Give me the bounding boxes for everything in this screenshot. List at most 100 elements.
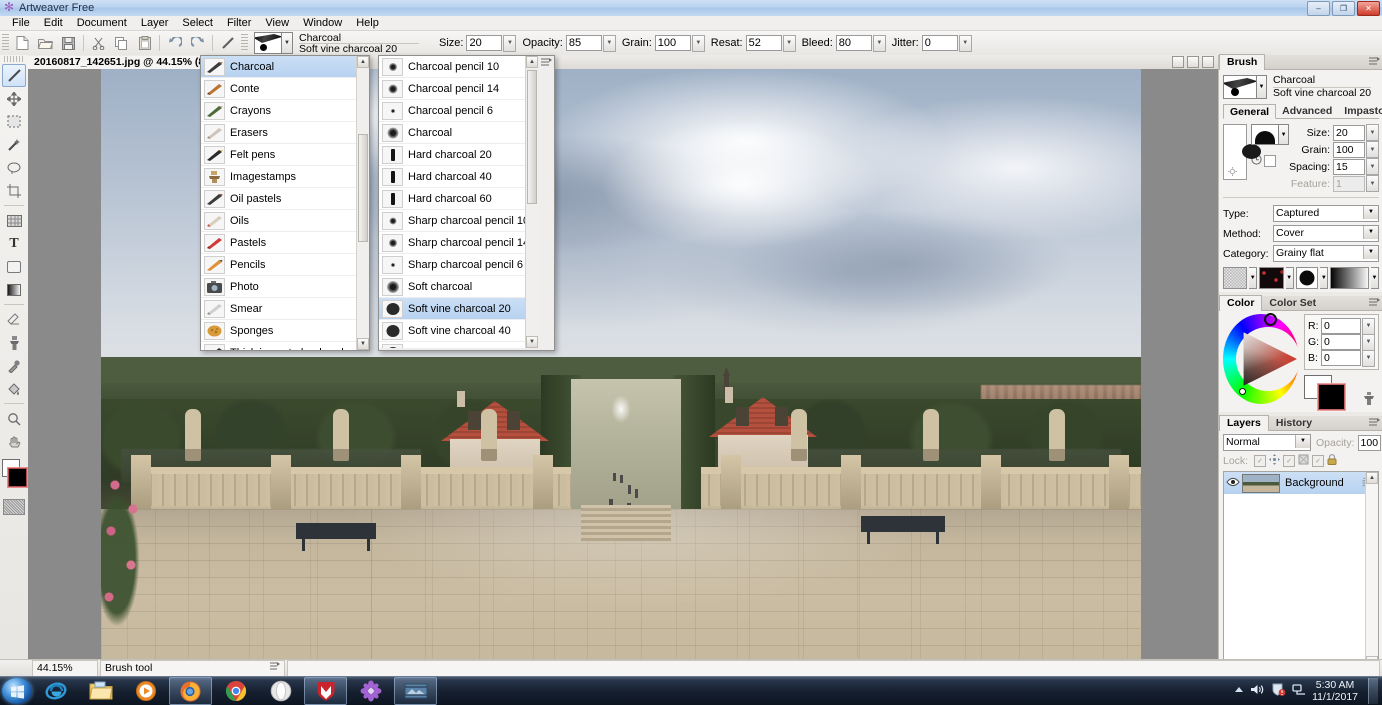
brush-size-spinner[interactable]: ▼ (1366, 124, 1379, 141)
menu-filter[interactable]: Filter (220, 16, 258, 30)
brush-spacing-spinner[interactable]: ▼ (1366, 158, 1379, 175)
tab-color[interactable]: Color (1219, 294, 1263, 311)
paint-bucket-tool[interactable] (2, 377, 26, 400)
menu-help[interactable]: Help (349, 16, 386, 30)
variant-item-hard-charcoal-20[interactable]: Hard charcoal 20 (379, 144, 538, 166)
lock-position-checkbox[interactable]: ✓ (1312, 455, 1325, 467)
color-wheel[interactable] (1223, 313, 1300, 404)
taskbar-clock[interactable]: 5:30 AM 11/1/2017 (1312, 679, 1358, 703)
grain-spinner[interactable]: ▼ (691, 34, 705, 52)
green-spinner[interactable]: ▼ (1362, 333, 1375, 351)
gradient-dropdown-arrow[interactable]: ▼ (1370, 267, 1380, 289)
magic-wand-tool[interactable] (2, 133, 26, 156)
zoom-tool[interactable] (2, 407, 26, 430)
restore-button[interactable]: ❐ (1332, 1, 1355, 16)
category-item-sponges[interactable]: Sponges (201, 320, 369, 342)
bleed-spinner[interactable]: ▼ (872, 34, 886, 52)
category-item-crayons[interactable]: Crayons (201, 100, 369, 122)
category-item-conte[interactable]: Conte (201, 78, 369, 100)
resat-input[interactable]: 52 (745, 35, 782, 51)
lock-transparency-checkbox[interactable]: ✓ (1254, 455, 1267, 467)
chevron-down-icon[interactable]: ▼ (1363, 206, 1378, 219)
variant-item-soft-vine-charcoal-60[interactable]: Soft vine charcoal 60 (379, 342, 538, 348)
scroll-up-icon[interactable]: ▲ (1366, 472, 1378, 484)
document-minimize-button[interactable] (1172, 56, 1184, 68)
layer-row-background[interactable]: Background (1224, 472, 1378, 494)
layer-list[interactable]: Background ▲ ▼ (1223, 471, 1379, 669)
brush-category-list[interactable]: Charcoal Conte Crayons Erasers Felt pens… (200, 55, 370, 351)
clone-color-icon[interactable] (1362, 392, 1376, 409)
menu-layer[interactable]: Layer (134, 16, 176, 30)
status-zoom[interactable]: 44.15% (32, 660, 98, 677)
category-item-thick-impasto[interactable]: Thick impasto by dwsel (201, 342, 369, 350)
pattern-swatch[interactable] (1259, 267, 1284, 289)
color-panel-menu-icon[interactable] (1369, 298, 1380, 308)
volume-icon[interactable] (1250, 683, 1265, 699)
brush-tip-swatch[interactable] (1295, 267, 1319, 289)
save-file-icon[interactable] (58, 33, 79, 54)
eraser-tool[interactable] (2, 308, 26, 331)
layer-opacity-input[interactable]: 100 (1357, 434, 1382, 451)
foreground-color-swatch[interactable] (1318, 384, 1345, 410)
category-item-oils[interactable]: Oils (201, 210, 369, 232)
variant-item-soft-vine-charcoal-20[interactable]: Soft vine charcoal 20 (379, 298, 538, 320)
open-file-icon[interactable] (35, 33, 56, 54)
red-input[interactable]: 0 (1321, 318, 1361, 334)
pattern-dropdown-arrow[interactable]: ▼ (1285, 267, 1294, 289)
brush-angle-control[interactable] (1228, 167, 1237, 176)
paper-texture-dropdown-arrow[interactable]: ▼ (1249, 267, 1258, 289)
brush-tip-dropdown-arrow[interactable]: ▼ (1320, 267, 1329, 289)
text-tool[interactable]: T (2, 232, 26, 255)
layer-visibility-icon[interactable] (1226, 477, 1240, 490)
category-item-pencils[interactable]: Pencils (201, 254, 369, 276)
layer-list-scrollbar[interactable]: ▲ ▼ (1365, 472, 1378, 668)
category-item-erasers[interactable]: Erasers (201, 122, 369, 144)
undo-icon[interactable] (164, 33, 185, 54)
current-brush-chip[interactable]: ▼ Charcoal Soft vine charcoal 20 (254, 32, 419, 54)
eyedropper-tool[interactable] (2, 354, 26, 377)
scroll-up-icon[interactable]: ▲ (357, 56, 369, 68)
category-item-imagestamps[interactable]: Imagestamps (201, 166, 369, 188)
variant-item-charcoal[interactable]: Charcoal (379, 122, 538, 144)
brush-spacing-checkbox[interactable] (1264, 155, 1277, 167)
brush-size-input[interactable]: 20 (1333, 124, 1365, 141)
size-spinner[interactable]: ▼ (503, 34, 517, 52)
brush-type-select[interactable]: Captured ▼ (1273, 205, 1379, 222)
brush-category-select[interactable]: Grainy flat ▼ (1273, 245, 1379, 262)
internet-explorer-icon[interactable] (34, 677, 77, 705)
variant-item-sharp-charcoal-pencil-10[interactable]: Sharp charcoal pencil 10 (379, 210, 538, 232)
show-desktop-button[interactable] (1368, 678, 1378, 704)
document-restore-button[interactable] (1187, 56, 1199, 68)
green-input[interactable]: 0 (1321, 334, 1361, 350)
hue-marker[interactable] (1264, 313, 1277, 326)
menu-edit[interactable]: Edit (37, 16, 70, 30)
paper-texture-swatch[interactable] (1223, 267, 1248, 289)
scroll-down-icon[interactable]: ▼ (526, 336, 538, 348)
tab-impasto[interactable]: Impasto (1338, 104, 1382, 118)
image-viewer-icon[interactable] (394, 677, 437, 705)
category-item-charcoal[interactable]: Charcoal (201, 56, 369, 78)
variant-scrollbar[interactable]: ▲ ▼ (525, 56, 538, 348)
menu-window[interactable]: Window (296, 16, 349, 30)
layers-panel-menu-icon[interactable] (1369, 418, 1380, 428)
variant-item-charcoal-pencil-10[interactable]: Charcoal pencil 10 (379, 56, 538, 78)
menu-select[interactable]: Select (175, 16, 220, 30)
new-file-icon[interactable] (12, 33, 33, 54)
chevron-down-icon[interactable]: ▼ (1363, 246, 1378, 259)
category-item-photo[interactable]: Photo (201, 276, 369, 298)
tab-general[interactable]: General (1223, 104, 1277, 119)
category-item-oil-pastels[interactable]: Oil pastels (201, 188, 369, 210)
network-icon[interactable] (1292, 683, 1306, 699)
scroll-up-icon[interactable]: ▲ (526, 56, 538, 68)
brush-tool[interactable] (2, 64, 26, 87)
firefox-icon[interactable] (169, 677, 212, 705)
scroll-down-icon[interactable]: ▼ (357, 338, 369, 350)
brush-section-grip[interactable] (241, 34, 248, 52)
variant-panel-menu-icon[interactable] (541, 58, 552, 68)
menu-document[interactable]: Document (70, 16, 134, 30)
chevron-down-icon[interactable]: ▼ (1363, 226, 1378, 239)
lasso-tool[interactable] (2, 156, 26, 179)
brush-dropdown-arrow[interactable]: ▼ (282, 32, 293, 54)
bleed-input[interactable]: 80 (835, 35, 872, 51)
variant-item-charcoal-pencil-6[interactable]: Charcoal pencil 6 (379, 100, 538, 122)
